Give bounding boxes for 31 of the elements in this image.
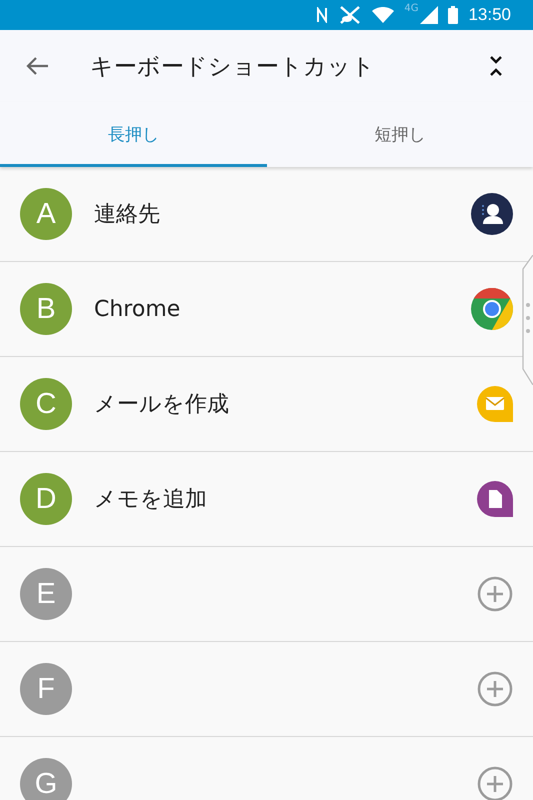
document-icon (477, 481, 513, 517)
contact-icon (471, 193, 513, 235)
network-type: 4G (404, 3, 418, 14)
app-name: 連絡先 (94, 201, 161, 229)
letter-avatar: E (20, 568, 72, 620)
nfc-icon (316, 7, 328, 23)
edge-handle-icon[interactable] (521, 255, 533, 385)
letter-avatar: B (20, 283, 72, 335)
mail-icon (477, 386, 513, 422)
letter-avatar: D (20, 473, 72, 525)
collapse-icon (488, 55, 504, 77)
browser-icon (471, 288, 513, 330)
app-name: Chrome (94, 296, 182, 322)
add-icon[interactable] (477, 766, 513, 800)
letter-avatar: G (20, 758, 72, 800)
battery-icon (448, 6, 458, 24)
wifi-icon (372, 7, 394, 23)
letter-avatar: A (20, 188, 72, 240)
app-name: メールを作成 (94, 391, 230, 419)
app-name: メモを追加 (94, 486, 208, 514)
add-icon[interactable] (477, 576, 513, 612)
clock: 13:50 (468, 5, 511, 25)
page-title: キーボードショートカット (90, 52, 376, 82)
add-icon[interactable] (477, 671, 513, 707)
muted-icon (338, 6, 362, 24)
back-arrow-icon (25, 56, 49, 76)
signal-icon (420, 6, 438, 24)
letter-avatar: C (20, 378, 72, 430)
letter-avatar: F (20, 663, 72, 715)
tab[interactable]: 長押し (0, 102, 266, 167)
tab[interactable]: 短押し (266, 102, 533, 167)
